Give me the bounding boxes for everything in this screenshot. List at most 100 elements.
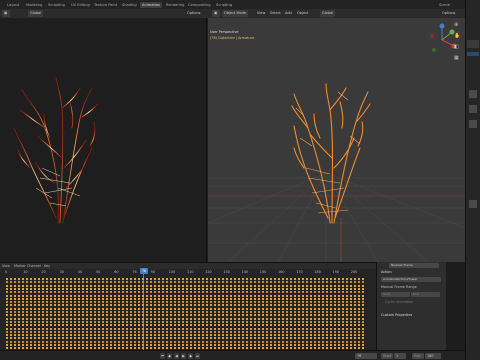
- jump-end-button[interactable]: ⏭: [195, 353, 200, 359]
- tab-layout[interactable]: Layout: [5, 2, 21, 8]
- zoom-icon[interactable]: ⊕: [454, 22, 462, 30]
- keyframe-row[interactable]: [6, 281, 364, 284]
- keyframe-row[interactable]: [6, 291, 364, 294]
- end-frame-value[interactable]: 180: [425, 353, 441, 359]
- current-frame-field[interactable]: 76: [355, 353, 377, 359]
- selected-object-row[interactable]: [467, 52, 479, 56]
- workspace-bar: Layout Modeling Sculpting UV Editing Tex…: [0, 0, 480, 9]
- menu-view[interactable]: View: [255, 10, 267, 17]
- frame-tick-label: 10: [23, 270, 28, 274]
- start-frame-value[interactable]: 1: [394, 353, 406, 359]
- start-frame-field[interactable]: Start: [381, 292, 410, 297]
- camera-icon[interactable]: ◧: [454, 44, 462, 52]
- keyframe-row[interactable]: [6, 327, 364, 330]
- end-frame-field[interactable]: End: [411, 292, 440, 297]
- menu-add[interactable]: Add: [283, 10, 294, 17]
- tab-modeling[interactable]: Modeling: [24, 2, 44, 8]
- jump-start-button[interactable]: ⏮: [160, 353, 165, 359]
- keyframe-row[interactable]: [6, 304, 364, 307]
- frame-tick-label: 90: [150, 270, 155, 274]
- tab-scripting[interactable]: Scripting: [214, 2, 234, 8]
- frame-tick-label: 180: [314, 270, 321, 274]
- right-options-button[interactable]: Options: [440, 10, 458, 17]
- render-properties-icon[interactable]: [469, 105, 477, 113]
- left-orientation-dropdown[interactable]: Global: [28, 10, 44, 17]
- keyframe-row[interactable]: [6, 287, 364, 290]
- tab-sculpting[interactable]: Sculpting: [46, 2, 67, 8]
- frame-tick-label: 130: [223, 270, 230, 274]
- editor-type-icon-right[interactable]: ▣: [212, 10, 220, 17]
- camera-viewport[interactable]: [0, 18, 207, 262]
- keyframe-row[interactable]: [6, 344, 364, 346]
- flower-rig-left: [13, 77, 99, 224]
- tab-uv-editing[interactable]: UV Editing: [69, 2, 92, 8]
- grid-icon[interactable]: ▦: [454, 55, 462, 63]
- frame-tick-label: 110: [187, 270, 194, 274]
- prev-keyframe-button[interactable]: ◆: [167, 353, 172, 359]
- left-options-button[interactable]: Options: [185, 10, 203, 17]
- outliner-strip[interactable]: [467, 40, 479, 48]
- keyframe-row[interactable]: [6, 337, 364, 340]
- keyframe-row[interactable]: [6, 330, 364, 333]
- frame-tick-label: 160: [278, 270, 285, 274]
- menu-view[interactable]: View: [2, 264, 10, 268]
- tab-compositing[interactable]: Compositing: [186, 2, 213, 8]
- keyframe-row[interactable]: [6, 320, 364, 323]
- frame-tick-label: 40: [77, 270, 83, 274]
- frame-tick-label: 190: [332, 270, 340, 274]
- right-orientation-dropdown[interactable]: Global: [320, 10, 336, 17]
- start-label: Start: [381, 353, 393, 359]
- keyframe-row[interactable]: [6, 347, 364, 350]
- play-reverse-button[interactable]: ◀: [174, 353, 179, 359]
- menu-channel[interactable]: Channel: [27, 264, 41, 268]
- keyframe-row[interactable]: [6, 301, 364, 304]
- keyframe-row[interactable]: [6, 297, 364, 300]
- action-section-header[interactable]: Action: [381, 270, 392, 274]
- scene-selector[interactable]: Scene: [437, 2, 452, 8]
- perspective-viewport[interactable]: User Perspective (76) Collection | Armat…: [208, 18, 465, 262]
- keyframe-row[interactable]: [6, 307, 364, 310]
- menu-key[interactable]: Key: [44, 264, 50, 268]
- current-frame-indicator[interactable]: 76: [140, 268, 148, 274]
- action-sidebar: Nearest Frame Action ArmatureAction.Flow…: [376, 262, 446, 350]
- keyframe-row[interactable]: [6, 284, 364, 287]
- pan-hand-icon[interactable]: ✋: [454, 33, 462, 41]
- keyframe-row[interactable]: [6, 294, 364, 297]
- custom-properties-header[interactable]: Custom Properties: [381, 313, 412, 317]
- editor-type-icon[interactable]: ▣: [2, 10, 10, 17]
- frame-tick-label: 170: [296, 270, 303, 274]
- keyframe-row[interactable]: [6, 317, 364, 320]
- object-properties-icon[interactable]: [469, 200, 477, 208]
- menu-select[interactable]: Select: [268, 10, 283, 17]
- keyframe-row[interactable]: [6, 278, 364, 280]
- frame-tick-label: 60: [114, 270, 119, 274]
- snap-dropdown[interactable]: Nearest Frame: [389, 263, 439, 268]
- tab-shading[interactable]: Shading: [120, 2, 139, 8]
- menu-object[interactable]: Object: [295, 10, 310, 17]
- tab-texture-paint[interactable]: Texture Paint: [92, 2, 119, 8]
- dope-sheet-menubar: View Marker Channel Key: [0, 263, 376, 269]
- tab-rendering[interactable]: Rendering: [164, 2, 186, 8]
- frame-tick-label: 50: [96, 270, 101, 274]
- tool-properties-icon[interactable]: [469, 90, 477, 98]
- dope-sheet[interactable]: View Marker Channel Key 0 10 20 30 40 50 60 76 9…: [0, 262, 376, 351]
- keyframe-row[interactable]: [6, 314, 364, 317]
- frame-tick-label: 20: [41, 270, 46, 274]
- keyframe-row[interactable]: [6, 340, 364, 343]
- action-name-field[interactable]: ArmatureAction.Flower: [381, 277, 441, 282]
- next-keyframe-button[interactable]: ◆: [188, 353, 193, 359]
- keyframe-row[interactable]: [6, 311, 364, 313]
- viewport-tool-icons: ⊕ ✋ ◧ ▦: [454, 22, 462, 142]
- end-label: End: [412, 353, 424, 359]
- frame-tick-label: 140: [241, 270, 249, 274]
- keyframe-row[interactable]: [6, 334, 364, 337]
- manual-frame-range-checkbox[interactable]: Manual Frame Range: [381, 285, 417, 289]
- tab-animation[interactable]: Animation: [140, 2, 163, 8]
- playback-bar: ⏮ ◆ ◀ ▶ ◆ ⏭ 76 Start 1 End 180: [0, 350, 465, 360]
- keyframe-row[interactable]: [6, 324, 364, 327]
- menu-marker[interactable]: Marker: [14, 264, 26, 268]
- mode-dropdown[interactable]: Object Mode: [222, 10, 249, 17]
- play-button[interactable]: ▶: [181, 353, 186, 359]
- output-properties-icon[interactable]: [469, 120, 477, 128]
- cyclic-animation-checkbox[interactable]: Cyclic Animation: [385, 300, 413, 304]
